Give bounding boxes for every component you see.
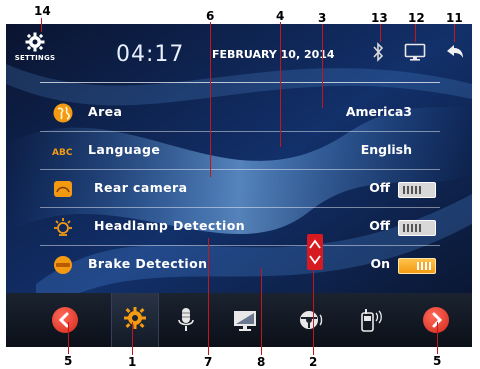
chevron-right-icon [432,312,443,328]
display-off-icon[interactable] [404,42,426,62]
callout-13: 13 [371,11,388,25]
tab-general-settings[interactable] [111,293,159,347]
rear-camera-value: Off [369,180,390,195]
prev-page-button[interactable] [52,307,78,333]
callout-5-left: 5 [64,354,73,368]
leader-line-3 [322,24,323,108]
callout-7: 7 [204,355,213,369]
leader-line-1 [132,322,133,355]
leader-line-7 [208,238,209,355]
scroll-arrows-icon [309,239,321,265]
leader-line-2 [313,270,314,355]
clock: 04:17 [116,42,185,67]
setting-row-rear-camera[interactable]: Rear camera Off [40,170,440,208]
chevron-left-icon [58,312,69,328]
rear-camera-toggle[interactable] [398,182,436,198]
steering-wheel-icon[interactable] [296,305,326,335]
leader-line-4 [280,22,281,147]
language-label: Language [88,142,161,157]
brake-icon [54,256,72,274]
leader-line-12 [415,24,416,42]
next-page-button[interactable] [423,307,449,333]
header-divider [40,82,440,83]
headlamp-detection-label: Headlamp Detection [94,218,246,233]
head-unit-screen: SETTINGS 04:17 FEBRUARY 10, 2014 Area Am… [6,24,472,347]
callout-6: 6 [206,9,215,23]
globe-icon [53,103,73,123]
brake-detection-value: On [370,256,390,271]
setting-row-area[interactable]: Area America3 [40,94,440,132]
leader-line-5-right [437,322,438,354]
callout-1: 1 [128,355,137,369]
bluetooth-icon[interactable] [372,42,384,62]
leader-line-11 [454,24,455,42]
phone-icon[interactable] [356,305,386,335]
headlamp-detection-toggle[interactable] [398,220,436,236]
gear-icon [124,307,146,329]
callout-14: 14 [34,4,51,18]
leader-line-14 [41,18,42,32]
callout-4: 4 [276,9,285,23]
callout-2: 2 [309,355,318,369]
display-icon[interactable] [230,305,260,335]
brake-detection-toggle[interactable] [398,258,436,274]
callout-12: 12 [408,11,425,25]
language-value: English [360,142,412,157]
setting-row-brake-detection[interactable]: Brake Detection On [40,246,440,284]
leader-line-5-left [68,322,69,354]
area-value: America3 [345,104,412,119]
svg-text:ABC: ABC [52,148,73,158]
callout-3: 3 [318,11,327,25]
scroll-handle[interactable] [307,234,323,270]
area-label: Area [88,104,123,119]
leader-line-13 [380,24,381,42]
abc-icon: ABC [52,148,73,158]
settings-button[interactable]: SETTINGS [12,28,58,76]
rear-camera-label: Rear camera [94,180,188,195]
microphone-icon[interactable] [171,305,201,335]
settings-label: SETTINGS [14,54,56,62]
bottom-nav-bar [6,293,472,347]
headlamp-icon [54,218,72,236]
callout-11: 11 [446,11,463,25]
callout-8: 8 [257,355,266,369]
camera-icon [54,181,72,197]
gear-icon [25,32,45,52]
setting-row-language[interactable]: ABC Language English [40,132,440,170]
leader-line-8 [261,268,262,355]
status-header: SETTINGS 04:17 FEBRUARY 10, 2014 [6,24,472,83]
back-icon[interactable] [444,42,466,62]
leader-line-6 [210,22,211,177]
brake-detection-label: Brake Detection [88,256,208,271]
date: FEBRUARY 10, 2014 [212,48,335,61]
callout-5-right: 5 [433,354,442,368]
setting-row-headlamp-detection[interactable]: Headlamp Detection Off [40,208,440,246]
headlamp-detection-value: Off [369,218,390,233]
